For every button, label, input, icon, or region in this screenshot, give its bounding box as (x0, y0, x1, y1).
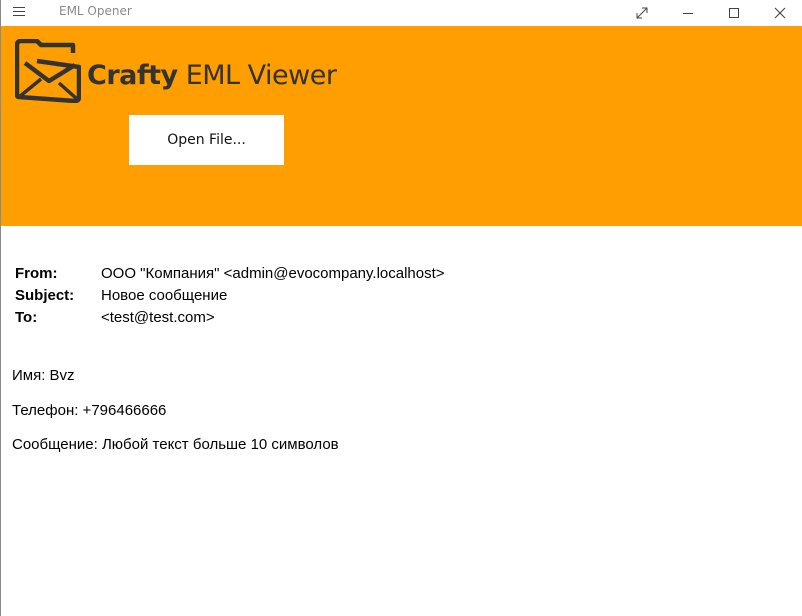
from-value: ООО "Компания" <admin@evocompany.localho… (101, 265, 445, 282)
close-icon (774, 7, 786, 19)
fullscreen-button[interactable] (619, 0, 665, 26)
brand-title: Crafty EML Viewer (87, 60, 337, 92)
email-body: Имя: Bvz Телефон: +796466666 Сообщение: … (12, 366, 339, 470)
app-window: EML Opener Crafty EML Viewer Open File..… (0, 0, 802, 616)
window-title: EML Opener (59, 4, 132, 18)
app-header: Crafty EML Viewer Open File... (1, 26, 802, 226)
to-label: To: (15, 309, 38, 326)
expand-icon (636, 7, 648, 19)
brand-rest-text: EML Viewer (177, 60, 337, 91)
maximize-icon (729, 8, 739, 18)
envelope-folder-logo-icon (14, 38, 82, 104)
minimize-icon (683, 13, 693, 14)
hamburger-menu-icon[interactable] (13, 6, 33, 20)
minimize-button[interactable] (665, 0, 711, 26)
from-label: From: (15, 265, 58, 282)
body-line-phone: Телефон: +796466666 (12, 401, 167, 419)
close-button[interactable] (757, 0, 802, 26)
subject-value: Новое сообщение (101, 287, 228, 304)
to-value: <test@test.com> (101, 309, 215, 326)
subject-label: Subject: (15, 287, 75, 304)
body-line-name: Имя: Bvz (12, 367, 75, 384)
brand-bold-text: Crafty (87, 60, 178, 91)
open-file-button[interactable]: Open File... (129, 115, 284, 165)
maximize-button[interactable] (711, 0, 757, 26)
body-line-message: Сообщение: Любой текст больше 10 символо… (12, 436, 339, 453)
title-bar: EML Opener (1, 0, 802, 26)
